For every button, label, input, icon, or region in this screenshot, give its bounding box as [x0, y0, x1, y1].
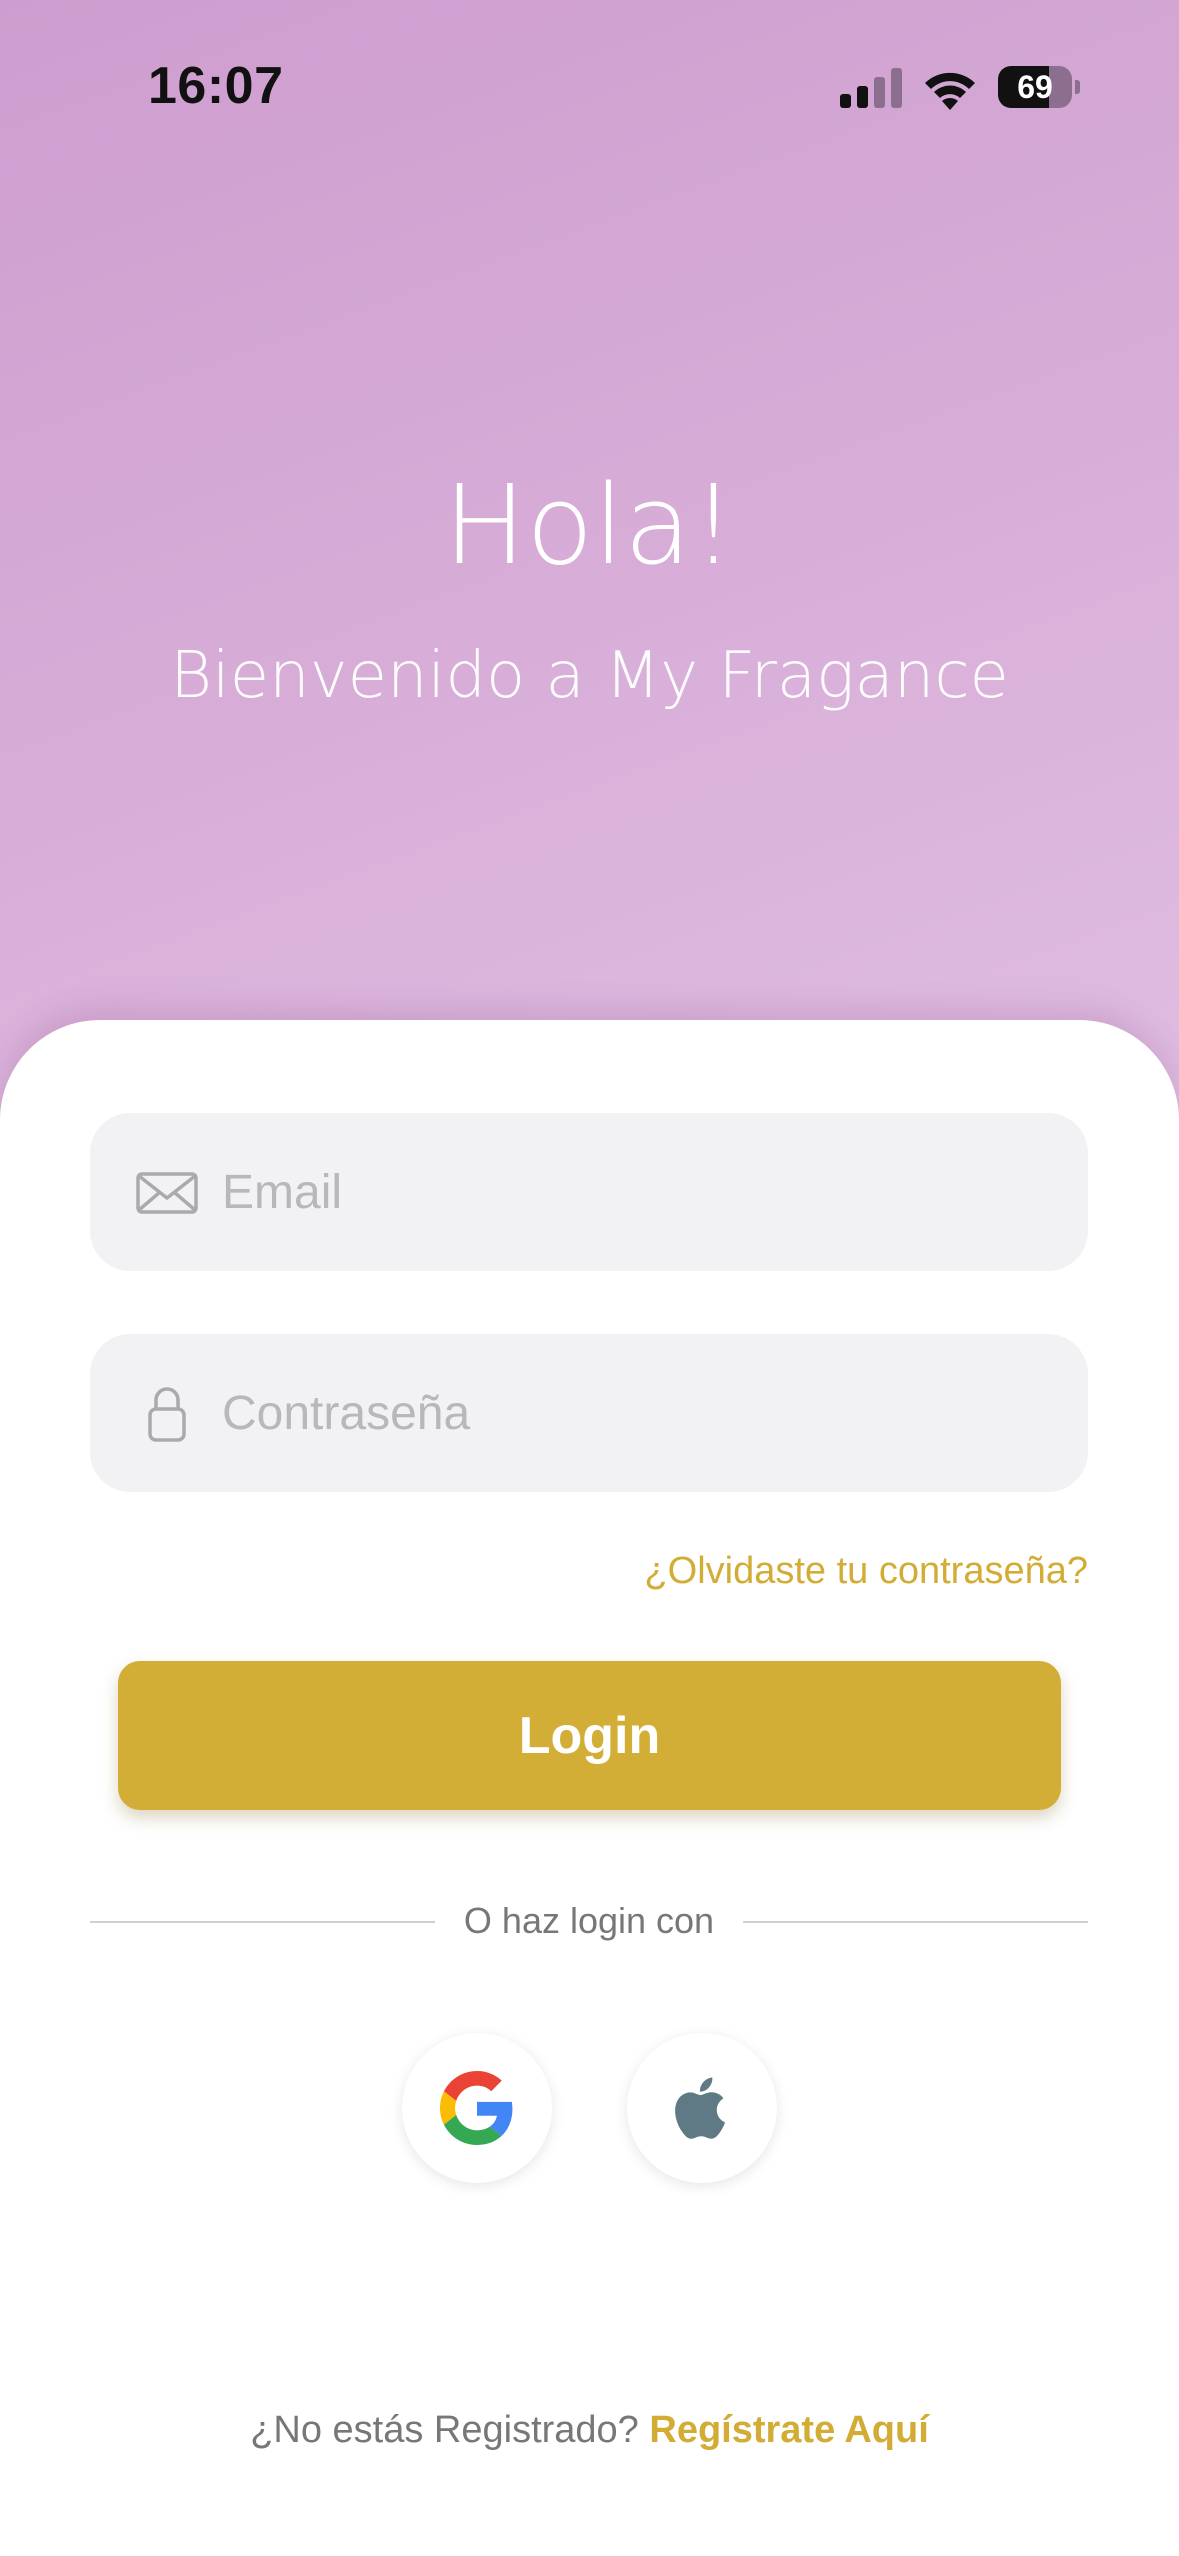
cellular-signal-icon [840, 68, 902, 108]
email-field[interactable] [90, 1113, 1088, 1271]
greeting-title: Hola! [443, 461, 736, 589]
email-input[interactable] [222, 1113, 1042, 1271]
divider-text: O haz login con [463, 1900, 715, 1941]
password-input[interactable] [222, 1334, 1042, 1492]
envelope-icon [136, 1172, 198, 1214]
wifi-icon [925, 72, 975, 110]
apple-icon [675, 2077, 726, 2139]
divider-line-right [743, 1921, 1088, 1923]
google-icon [440, 2071, 513, 2145]
signup-prompt: ¿No estás Registrado? [250, 2409, 650, 2451]
divider-line-left [90, 1921, 435, 1923]
battery-level: 69 [1017, 69, 1053, 105]
forgot-password-link[interactable]: ¿Olvidaste tu contraseña? [644, 1550, 1088, 1593]
signup-link[interactable]: Regístrate Aquí [649, 2409, 928, 2451]
status-icons: 69 [840, 62, 1090, 112]
apple-login-button[interactable] [627, 2033, 777, 2183]
signup-row: ¿No estás Registrado? Regístrate Aquí [0, 2400, 1179, 2460]
social-divider: O haz login con [90, 1895, 1088, 1947]
login-button[interactable]: Login [118, 1661, 1061, 1810]
welcome-subtitle: Bienvenido a My Fragance [170, 639, 1009, 713]
hero-header: 16:07 69 Hola! Bienvenido a My Fragance [0, 0, 1179, 1120]
google-login-button[interactable] [402, 2033, 552, 2183]
lock-icon [148, 1387, 186, 1442]
password-field[interactable] [90, 1334, 1088, 1492]
battery-icon: 69 [998, 66, 1080, 108]
status-time: 16:07 [148, 57, 284, 115]
